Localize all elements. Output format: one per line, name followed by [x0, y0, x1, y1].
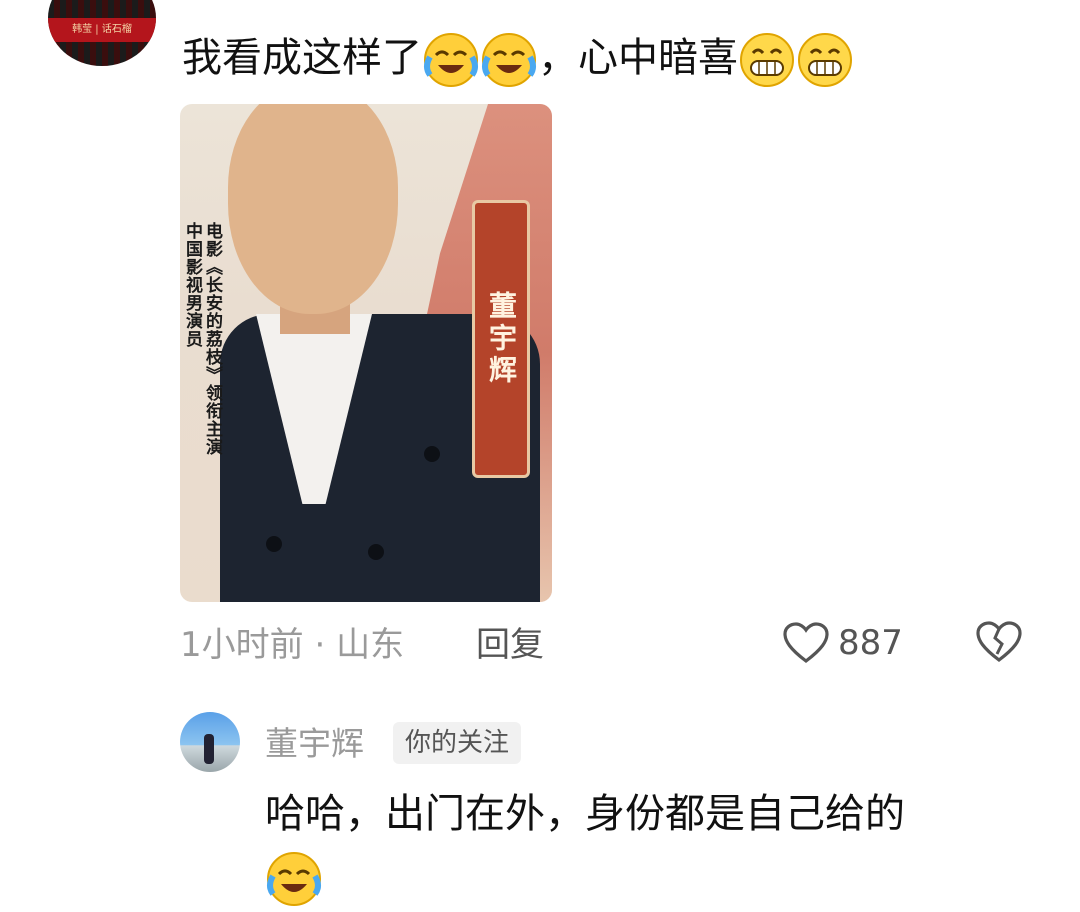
comment-image[interactable]: 电影《长安的荔枝》领衔主演 中国影视男演员 董宇辉 — [180, 104, 552, 602]
image-button — [266, 536, 282, 552]
comment-time: 1小时前 — [180, 625, 304, 665]
comment-text: 我看成这样了 ，心中暗喜 — [182, 28, 854, 89]
avatar-person — [204, 734, 214, 764]
like-button[interactable]: 887 — [782, 618, 903, 668]
comment-text-main: 我看成这样了 — [182, 35, 422, 81]
grin-emoji — [798, 33, 852, 87]
meta-separator: · — [314, 625, 326, 665]
comment-text-after: ，心中暗喜 — [538, 35, 738, 81]
comment-meta: 1小时前 · 山东 — [180, 620, 404, 670]
follow-badge: 你的关注 — [393, 722, 522, 764]
commenter-avatar[interactable]: 韩莹 | 话石榴 — [48, 0, 156, 66]
laugh-cry-emoji — [482, 33, 536, 87]
reply-username[interactable]: 董宇辉 — [265, 720, 364, 768]
image-name-tag: 董宇辉 — [472, 200, 530, 478]
grin-emoji — [740, 33, 794, 87]
dislike-button[interactable] — [975, 620, 1023, 668]
image-button — [424, 446, 440, 462]
comment-location: 山东 — [336, 625, 405, 665]
laugh-cry-emoji — [424, 33, 478, 87]
reply-avatar[interactable] — [180, 712, 240, 772]
like-count: 887 — [838, 623, 903, 663]
broken-heart-icon — [976, 621, 1022, 663]
laugh-cry-emoji — [265, 850, 323, 912]
image-button — [368, 544, 384, 560]
image-caption-2: 中国影视男演员 — [182, 222, 202, 348]
image-head — [228, 104, 398, 314]
heart-icon — [783, 622, 829, 664]
avatar-logo-text: 韩莹 | 话石榴 — [48, 18, 156, 42]
reply-text: 哈哈，出门在外，身份都是自己给的 — [265, 791, 905, 837]
reply-button[interactable]: 回复 — [476, 620, 544, 670]
